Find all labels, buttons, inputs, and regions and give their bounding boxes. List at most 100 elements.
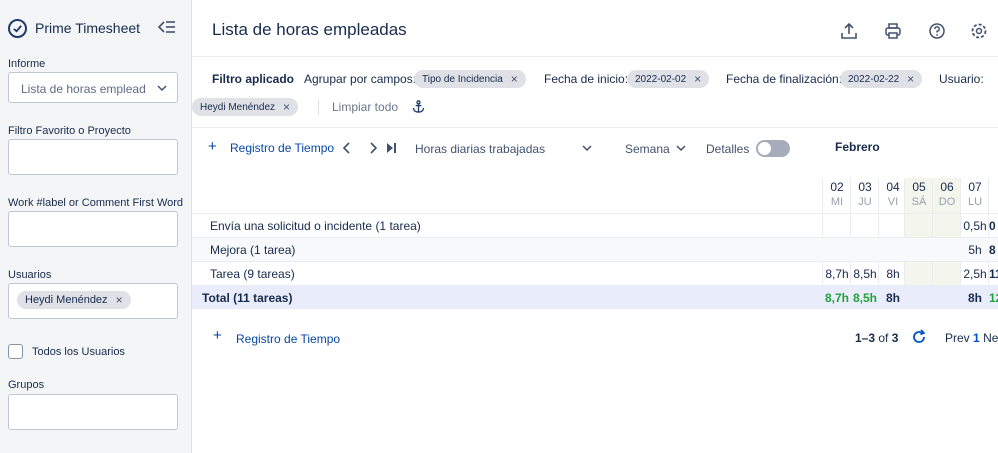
- plus-icon[interactable]: +: [213, 327, 222, 344]
- prev-button[interactable]: Prev: [945, 331, 970, 345]
- total-row[interactable]: Total (11 tareas)8,7h8,5h8h8h12: [192, 285, 998, 309]
- plus-icon[interactable]: +: [208, 138, 217, 155]
- weekday: VI: [887, 196, 899, 208]
- chevron-right-icon[interactable]: [368, 142, 378, 154]
- day-number: 05: [912, 180, 926, 194]
- day-number: 03: [858, 180, 872, 194]
- hours-cell[interactable]: 8h: [879, 291, 907, 305]
- clear-all-link[interactable]: Limpiar todo: [332, 100, 398, 114]
- day-header: 06 DO: [933, 178, 961, 213]
- favorito-input[interactable]: [8, 139, 178, 175]
- table-row[interactable]: Tarea (9 tareas) 8,7h8,5h8h 2,5h11: [192, 261, 998, 285]
- skip-end-icon[interactable]: [385, 142, 397, 154]
- favorito-label: Filtro Favorito o Proyecto: [8, 125, 131, 137]
- work-input[interactable]: [8, 211, 178, 247]
- hours-cell[interactable]: 2,5h: [961, 267, 989, 281]
- next-button[interactable]: Ne: [983, 331, 998, 345]
- settings-icon[interactable]: [970, 22, 988, 40]
- chevron-down-icon: [157, 85, 167, 92]
- month-label: Febrero: [835, 140, 880, 154]
- remove-user-filter-icon[interactable]: ×: [283, 100, 290, 114]
- hours-cell[interactable]: 8,5h: [851, 267, 879, 281]
- start-date-chip[interactable]: 2022-02-02 ×: [627, 70, 710, 88]
- range-value: 1–3: [855, 331, 876, 345]
- day-header: 05 SÁ: [905, 178, 933, 213]
- weekday: DO: [938, 196, 956, 208]
- print-icon[interactable]: [884, 22, 902, 40]
- row-label: Envía una solicitud o incidente (1 tarea…: [210, 219, 421, 233]
- day-number: 07: [968, 180, 982, 194]
- hours-cell-clipped[interactable]: 0: [989, 219, 998, 233]
- current-page[interactable]: 1: [973, 331, 980, 345]
- remove-start-icon[interactable]: ×: [694, 72, 701, 86]
- hours-cell[interactable]: 5h: [961, 243, 989, 257]
- hours-cell[interactable]: 8h: [961, 291, 989, 305]
- weekday: MI: [830, 196, 844, 208]
- hours-cell-clipped[interactable]: 8: [989, 243, 998, 257]
- row-label: Total (11 tareas): [202, 291, 293, 305]
- filter-bar: Filtro aplicado Agrupar por campos: Tipo…: [192, 56, 998, 128]
- day-header: 07 LU: [961, 178, 989, 213]
- hours-cell[interactable]: 8,7h: [823, 267, 851, 281]
- pagination: Prev 1 Ne: [945, 331, 998, 345]
- hours-cell[interactable]: 8,7h: [823, 291, 851, 305]
- hours-cell-clipped[interactable]: 11: [989, 267, 998, 281]
- day-header: 03 JU: [851, 178, 879, 213]
- usuarios-input[interactable]: Heydi Menéndez ×: [8, 283, 178, 319]
- end-date-chip[interactable]: 2022-02-22 ×: [840, 70, 923, 88]
- chevron-down-icon[interactable]: [582, 143, 592, 153]
- todos-usuarios-checkbox[interactable]: [8, 344, 23, 359]
- remove-end-icon[interactable]: ×: [907, 72, 914, 86]
- toggle-knob: [758, 142, 771, 155]
- end-date-label: Fecha de finalización:: [726, 72, 843, 86]
- informe-label: Informe: [8, 58, 46, 70]
- table-row[interactable]: Envía una solicitud o incidente (1 tarea…: [192, 213, 998, 237]
- user-filter-chip[interactable]: Heydi Menéndez ×: [192, 98, 299, 116]
- hours-cell-clipped[interactable]: 12: [989, 291, 998, 305]
- anchor-icon[interactable]: [412, 100, 425, 113]
- add-time-button[interactable]: Registro de Tiempo: [230, 141, 334, 155]
- help-icon[interactable]: [928, 22, 946, 40]
- weekday: LU: [967, 196, 983, 208]
- informe-select[interactable]: Lista de horas emplead: [8, 72, 178, 103]
- add-time-footer-button[interactable]: Registro de Tiempo: [236, 332, 340, 346]
- hours-cell[interactable]: 0,5h: [961, 219, 989, 233]
- user-filter-label: Usuario:: [939, 72, 984, 86]
- chevron-left-icon[interactable]: [342, 142, 352, 154]
- hours-cell[interactable]: 8h: [879, 267, 907, 281]
- of-label: of: [878, 331, 889, 345]
- informe-value: Lista de horas emplead: [21, 82, 146, 96]
- row-label: Tarea (9 tareas): [210, 267, 295, 281]
- grupos-input[interactable]: [8, 394, 178, 430]
- weekday: SÁ: [911, 196, 927, 208]
- day-header: 04 VI: [879, 178, 907, 213]
- view-select[interactable]: Horas diarias trabajadas: [415, 142, 545, 156]
- collapse-sidebar-icon[interactable]: [157, 19, 176, 35]
- refresh-icon[interactable]: [911, 329, 927, 345]
- group-by-chip[interactable]: Tipo de Incidencia ×: [414, 70, 526, 88]
- user-chip-label: Heydi Menéndez: [25, 294, 108, 306]
- divider: [318, 99, 319, 115]
- remove-user-icon[interactable]: ×: [116, 293, 123, 307]
- row-label: Mejora (1 tarea): [210, 243, 296, 257]
- remove-group-icon[interactable]: ×: [511, 72, 518, 86]
- group-by-label: Agrupar por campos:: [304, 72, 417, 86]
- hours-cell[interactable]: 8,5h: [851, 291, 879, 305]
- chevron-down-icon[interactable]: [676, 143, 686, 153]
- day-header: 02 MI: [823, 178, 851, 213]
- usuarios-label: Usuarios: [8, 269, 52, 281]
- day-number: 06: [940, 180, 954, 194]
- user-filter-chip-label: Heydi Menéndez: [200, 101, 276, 113]
- day-number: 04: [886, 180, 900, 194]
- period-select[interactable]: Semana: [625, 142, 670, 156]
- app-header: Prime Timesheet: [8, 16, 184, 40]
- main-panel: Lista de horas empleadas Filtro aplicado…: [192, 0, 998, 453]
- end-date-chip-label: 2022-02-22: [848, 73, 900, 85]
- total-pages: 3: [891, 331, 899, 345]
- table-row[interactable]: Mejora (1 tarea) 5h 8: [192, 237, 998, 261]
- upload-icon[interactable]: [840, 22, 858, 40]
- work-label: Work #label or Comment First Word: [8, 197, 184, 209]
- page-title: Lista de horas empleadas: [212, 20, 407, 39]
- start-date-label: Fecha de inicio:: [544, 72, 629, 86]
- details-toggle[interactable]: [756, 140, 790, 157]
